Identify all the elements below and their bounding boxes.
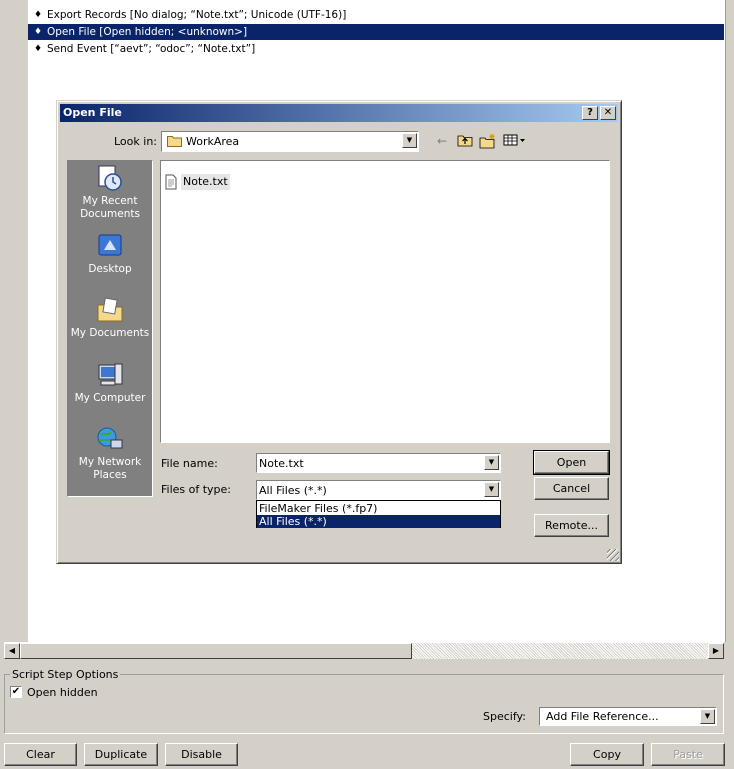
duplicate-button[interactable]: Duplicate	[84, 743, 158, 766]
resize-grip-icon[interactable]	[607, 549, 619, 561]
script-step-open-file[interactable]: ♦ Open File [Open hidden; <unknown>]	[28, 24, 724, 40]
view-menu-icon[interactable]	[503, 133, 527, 149]
script-step-export-records[interactable]: ♦ Export Records [No dialog; “Note.txt”;…	[28, 7, 724, 23]
text-file-icon	[165, 174, 177, 190]
files-of-type-select[interactable]: All Files (*.*) ▼	[256, 480, 501, 500]
cancel-button[interactable]: Cancel	[534, 477, 609, 500]
clear-button[interactable]: Clear	[4, 743, 77, 766]
file-list[interactable]: Note.txt	[160, 160, 610, 443]
place-label: My Documents	[70, 327, 150, 339]
remote-button[interactable]: Remote...	[534, 514, 609, 537]
script-step-label: Send Event [“aevt”; “odoc”; “Note.txt”]	[47, 43, 256, 55]
step-arrow-icon[interactable]: ♦	[34, 7, 42, 23]
scrollbar-thumb[interactable]	[20, 643, 412, 659]
script-step-label: Export Records [No dialog; “Note.txt”; U…	[47, 9, 347, 21]
network-places-icon	[97, 427, 123, 449]
chevron-down-icon[interactable]: ▼	[484, 482, 499, 497]
dialog-title: Open File	[63, 106, 122, 119]
step-arrow-icon[interactable]: ♦	[34, 24, 42, 40]
script-step-send-event[interactable]: ♦ Send Event [“aevt”; “odoc”; “Note.txt”…	[28, 41, 724, 57]
back-arrow-icon[interactable]: ←	[433, 133, 451, 149]
type-option-all-files[interactable]: All Files (*.*)	[257, 515, 500, 528]
close-icon[interactable]: ✕	[600, 106, 616, 120]
place-my-recent-documents[interactable]: My Recent Documents	[68, 163, 152, 221]
file-name-value: Note.txt	[259, 457, 304, 470]
open-hidden-checkbox[interactable]: ✔	[10, 686, 22, 698]
copy-button[interactable]: Copy	[570, 743, 644, 766]
files-of-type-dropdown-list[interactable]: FileMaker Files (*.fp7) All Files (*.*)	[256, 500, 501, 528]
files-of-type-label: Files of type:	[161, 483, 232, 496]
paste-button[interactable]: Paste	[651, 743, 725, 766]
step-arrow-icon[interactable]: ♦	[34, 41, 42, 57]
chevron-down-icon[interactable]: ▼	[700, 709, 715, 724]
script-step-options-legend: Script Step Options	[10, 668, 121, 681]
place-my-documents[interactable]: My Documents	[68, 295, 152, 340]
desktop-icon	[98, 234, 122, 256]
file-name-label: File name:	[161, 457, 218, 470]
dialog-titlebar[interactable]: Open File ? ✕	[60, 104, 618, 122]
horizontal-scrollbar[interactable]: ◀ ▶	[4, 642, 724, 659]
file-name-input[interactable]: Note.txt ▼	[256, 453, 501, 473]
place-my-computer[interactable]: My Computer	[68, 360, 152, 405]
new-folder-icon[interactable]	[479, 133, 497, 149]
recent-documents-icon	[98, 165, 122, 191]
open-file-dialog: Open File ? ✕ Look in: WorkArea ▼ ← My R…	[56, 100, 622, 564]
script-step-label: Open File [Open hidden; <unknown>]	[47, 26, 248, 38]
chevron-down-icon[interactable]: ▼	[484, 455, 499, 470]
place-desktop[interactable]: Desktop	[68, 231, 152, 276]
place-label: My Network Places	[78, 456, 142, 481]
scroll-right-icon[interactable]: ▶	[708, 643, 724, 659]
place-my-network-places[interactable]: My Network Places	[68, 424, 152, 482]
scroll-left-icon[interactable]: ◀	[4, 643, 20, 659]
scrollbar-track[interactable]	[412, 643, 708, 659]
file-item-label: Note.txt	[181, 174, 230, 190]
open-hidden-label[interactable]: Open hidden	[27, 686, 98, 699]
folder-icon	[167, 136, 182, 147]
place-label: My Computer	[74, 392, 146, 404]
specify-select[interactable]: Add File Reference... ▼	[539, 707, 717, 726]
my-documents-icon	[97, 297, 123, 322]
look-in-select[interactable]: WorkArea ▼	[161, 131, 419, 152]
look-in-label: Look in:	[114, 135, 157, 148]
chevron-down-icon[interactable]: ▼	[402, 133, 417, 148]
my-computer-icon	[98, 363, 123, 386]
places-bar: My Recent Documents Desktop My Documents…	[67, 160, 153, 497]
open-button[interactable]: Open	[534, 451, 609, 474]
specify-label: Specify:	[483, 710, 526, 723]
disable-button[interactable]: Disable	[165, 743, 238, 766]
up-folder-icon[interactable]	[456, 133, 474, 149]
place-label: Desktop	[88, 263, 132, 275]
help-icon[interactable]: ?	[582, 106, 598, 120]
look-in-value: WorkArea	[186, 135, 240, 148]
specify-value: Add File Reference...	[546, 710, 659, 723]
place-label: My Recent Documents	[80, 195, 140, 220]
type-option-filemaker[interactable]: FileMaker Files (*.fp7)	[257, 502, 500, 515]
files-of-type-value: All Files (*.*)	[259, 484, 327, 497]
